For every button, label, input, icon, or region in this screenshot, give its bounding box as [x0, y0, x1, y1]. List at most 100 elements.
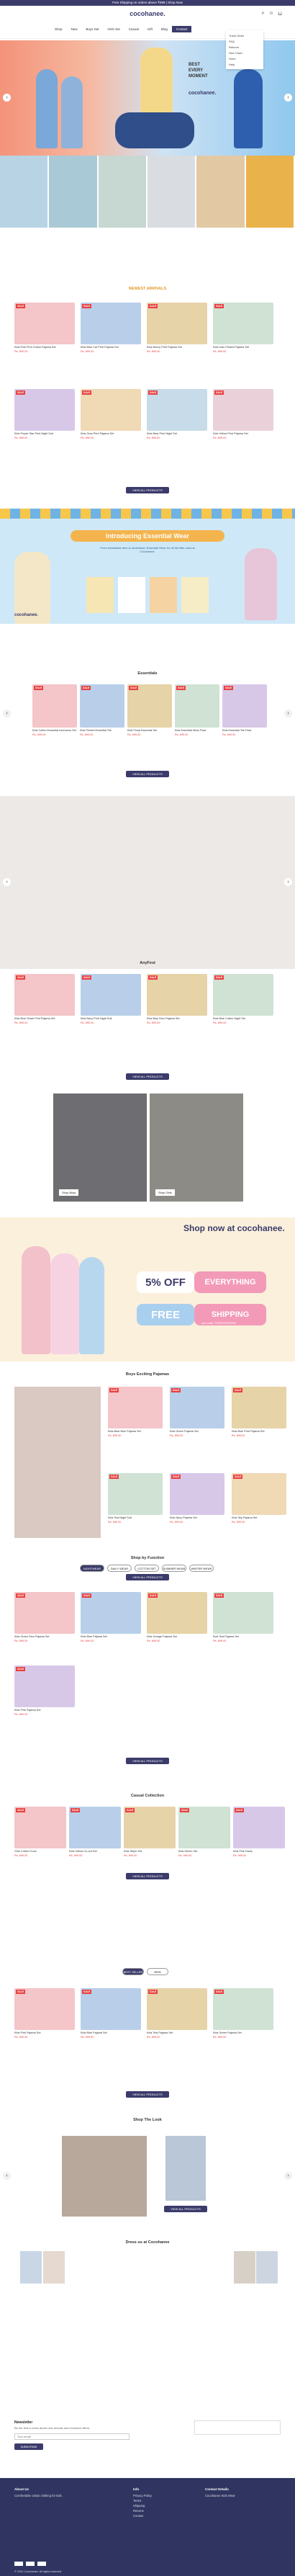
search-icon[interactable]: ⌕	[261, 11, 264, 17]
product-card[interactable]: SALE Kids Cotton Essential Innerwear Set R…	[32, 684, 77, 741]
product-card[interactable]: SALE Kids Denim Set Rs. 999.00	[178, 1807, 230, 1863]
product-name[interactable]: Kids Pink Pajama Set	[14, 2031, 75, 2035]
product-name[interactable]: Kids Teal Night Suit	[108, 1516, 163, 1520]
product-image[interactable]: SALE	[81, 1592, 141, 1634]
footer-link[interactable]: Contact	[133, 2513, 152, 2518]
product-name[interactable]: Kids Blue Print Pajama Set	[232, 1430, 286, 1434]
product-name[interactable]: Kids Pink Print Cotton Pajama Set	[14, 346, 75, 349]
category-tile[interactable]	[147, 156, 197, 228]
nav-item[interactable]: Girls Set	[104, 26, 124, 32]
dropdown-item[interactable]: Help	[229, 61, 260, 67]
product-card[interactable]: SALE Kids Lilac Printed Pajama Set Rs. 899…	[213, 303, 273, 359]
product-name[interactable]: Kids Blue Pajama Set	[81, 1635, 141, 1639]
product-name[interactable]: Kids Printed Essential Tee	[80, 729, 124, 733]
product-card[interactable]: SALE Kids Yellow Print Pajama Set Rs. 899.…	[213, 389, 273, 445]
product-card[interactable]: SALE Kids Blue Cotton Night Set Rs. 899.00	[213, 974, 273, 1030]
product-card[interactable]: SALE Kids Grey Print Pajama Set Rs. 899.00	[81, 389, 141, 445]
product-card[interactable]: SALE Kids Teal Night Suit Rs. 899.00	[108, 1473, 163, 1529]
product-image[interactable]: SALE	[14, 1592, 75, 1634]
product-name[interactable]: Kids Green Pajama Set	[213, 2031, 273, 2035]
dropdown-item[interactable]: Returns	[229, 44, 260, 50]
product-name[interactable]: Kids Purple Star Print Night Suit	[14, 432, 75, 436]
product-image[interactable]: SALE	[232, 1473, 286, 1515]
product-card[interactable]: SALE Kids Teal Pajama Set Rs. 899.00	[147, 1988, 207, 2044]
product-name[interactable]: Kids Stripe Set	[124, 1850, 176, 1853]
product-name[interactable]: Kids Yellow Co-ord Set	[69, 1850, 121, 1853]
product-name[interactable]: Kids Blue Car Print Pajama Set	[81, 346, 141, 349]
cart-icon[interactable]: ⊔	[278, 11, 282, 17]
look-next-arrow[interactable]: ›	[284, 2172, 292, 2180]
footer-link[interactable]: Terms	[133, 2498, 152, 2503]
product-name[interactable]: Kids Yellow Print Pajama Set	[213, 432, 273, 436]
product-card[interactable]: SALE Kids Essential Tee Pack Rs. 699.00	[222, 684, 267, 741]
product-name[interactable]: Kids Green Dino Pajama Set	[14, 1635, 75, 1639]
product-name[interactable]: Kids Teal Pajama Set	[213, 1635, 273, 1639]
product-image[interactable]: SALE	[147, 389, 207, 431]
product-card[interactable]: SALE Kids Pink Pajama Set Rs. 899.00	[14, 1665, 75, 1722]
video-next-arrow[interactable]: ›	[284, 878, 292, 886]
filter-tab[interactable]: COTTON SET	[135, 1565, 159, 1572]
product-image[interactable]: SALE	[81, 974, 141, 1016]
product-card[interactable]: SALE Kids Green Pajama Set Rs. 899.00	[170, 1387, 224, 1443]
product-card[interactable]: SALE Girls Cotton Frock Rs. 999.00	[14, 1807, 66, 1863]
product-name[interactable]: Kids Blue Cotton Night Set	[213, 1017, 273, 1021]
dropdown-item[interactable]: Size Chart	[229, 50, 260, 55]
product-card[interactable]: SALE Kids Blue Shark Print Pajama Set Rs. …	[14, 974, 75, 1030]
product-name[interactable]: Kids Denim Set	[178, 1850, 230, 1853]
product-image[interactable]: SALE	[14, 974, 75, 1016]
product-image[interactable]: SALE	[124, 1807, 176, 1848]
product-image[interactable]: SALE	[147, 1988, 207, 2030]
product-name[interactable]: Kids Green Pajama Set	[170, 1430, 224, 1434]
product-card[interactable]: SALE Kids Blue Pajama Set Rs. 899.00	[81, 1592, 141, 1648]
product-image[interactable]: SALE	[213, 303, 273, 344]
product-image[interactable]: SALE	[147, 974, 207, 1016]
product-name[interactable]: Kids Bear Print Night Set	[147, 432, 207, 436]
product-name[interactable]: Kids Pink Pajama Set	[14, 1709, 75, 1712]
shop-look-product[interactable]	[165, 2136, 206, 2201]
nav-item-active[interactable]: Contact	[171, 26, 192, 32]
product-name[interactable]: Kids Bunny Print Pajama Set	[147, 346, 207, 349]
nav-item[interactable]: Boys Set	[82, 26, 104, 32]
product-card[interactable]: SALE Kids Printed Essential Tee Rs. 699.00	[80, 684, 124, 741]
view-all-button[interactable]: VIEW ALL PRODUCTS	[126, 1758, 169, 1764]
product-image[interactable]: SALE	[108, 1473, 163, 1515]
product-card[interactable]: SALE Kids Bear Blue Pajama Set Rs. 899.00	[108, 1387, 163, 1443]
filter-tab[interactable]: NEW	[147, 1968, 168, 1975]
video-prev-arrow[interactable]: ‹	[3, 878, 11, 886]
product-image[interactable]: SALE	[80, 684, 124, 728]
product-card[interactable]: SALE Kids Sky Pajama Set Rs. 899.00	[232, 1473, 286, 1529]
product-card[interactable]: SALE Kids Pink Print Cotton Pajama Set Rs.…	[14, 303, 75, 359]
product-card[interactable]: SALE Kids Blue Dino Pajama Set Rs. 899.00	[147, 974, 207, 1030]
product-card[interactable]: SALE Kids Blue Print Pajama Set Rs. 899.00	[232, 1387, 286, 1443]
product-card[interactable]: SALE Kids Green Pajama Set Rs. 899.00	[213, 1988, 273, 2044]
account-icon[interactable]: ☺	[268, 11, 273, 17]
footer-link[interactable]: Shipping	[133, 2503, 152, 2508]
filter-tab[interactable]: SUMMER WEAR	[162, 1565, 186, 1572]
product-image[interactable]: SALE	[222, 684, 267, 728]
view-all-button[interactable]: VIEW ALL PRODUCTS	[164, 2206, 207, 2212]
product-card[interactable]: SALE Kids Stripe Set Rs. 999.00	[124, 1807, 176, 1863]
product-card[interactable]: SALE Kids Bunny Print Pajama Set Rs. 899.0…	[147, 303, 207, 359]
subscribe-button[interactable]: SUBSCRIBE	[14, 2443, 43, 2450]
nav-item[interactable]: Gift	[143, 26, 157, 32]
product-name[interactable]: Kids Lilac Printed Pajama Set	[213, 346, 273, 349]
category-tile[interactable]	[245, 156, 295, 228]
product-image[interactable]: SALE	[81, 303, 141, 344]
product-image[interactable]: SALE	[213, 389, 273, 431]
category-tile[interactable]	[98, 156, 148, 228]
product-card[interactable]: SALE Kids Pink Pajama Set Rs. 899.00	[14, 1988, 75, 2044]
category-tile[interactable]	[196, 156, 246, 228]
footer-link[interactable]: Privacy Policy	[133, 2493, 152, 2498]
product-name[interactable]: Kids Pink Dress	[233, 1850, 285, 1853]
product-image[interactable]: SALE	[14, 389, 75, 431]
product-image[interactable]: SALE	[14, 1988, 75, 2030]
product-card[interactable]: SALE Kids Essential Wear Pack Rs. 699.00	[175, 684, 219, 741]
product-card[interactable]: SALE Kids Floral Essential Set Rs. 699.00	[127, 684, 172, 741]
view-all-button[interactable]: VIEW ALL PRODUCTS	[126, 2091, 169, 2098]
product-image[interactable]: SALE	[213, 1988, 273, 2030]
newsletter-email-input[interactable]	[14, 2433, 130, 2440]
product-name[interactable]: Kids Floral Essential Set	[127, 729, 172, 733]
product-image[interactable]: SALE	[14, 303, 75, 344]
view-all-button[interactable]: VIEW ALL PRODUCTS	[126, 1574, 169, 1580]
product-image[interactable]: SALE	[213, 1592, 273, 1634]
